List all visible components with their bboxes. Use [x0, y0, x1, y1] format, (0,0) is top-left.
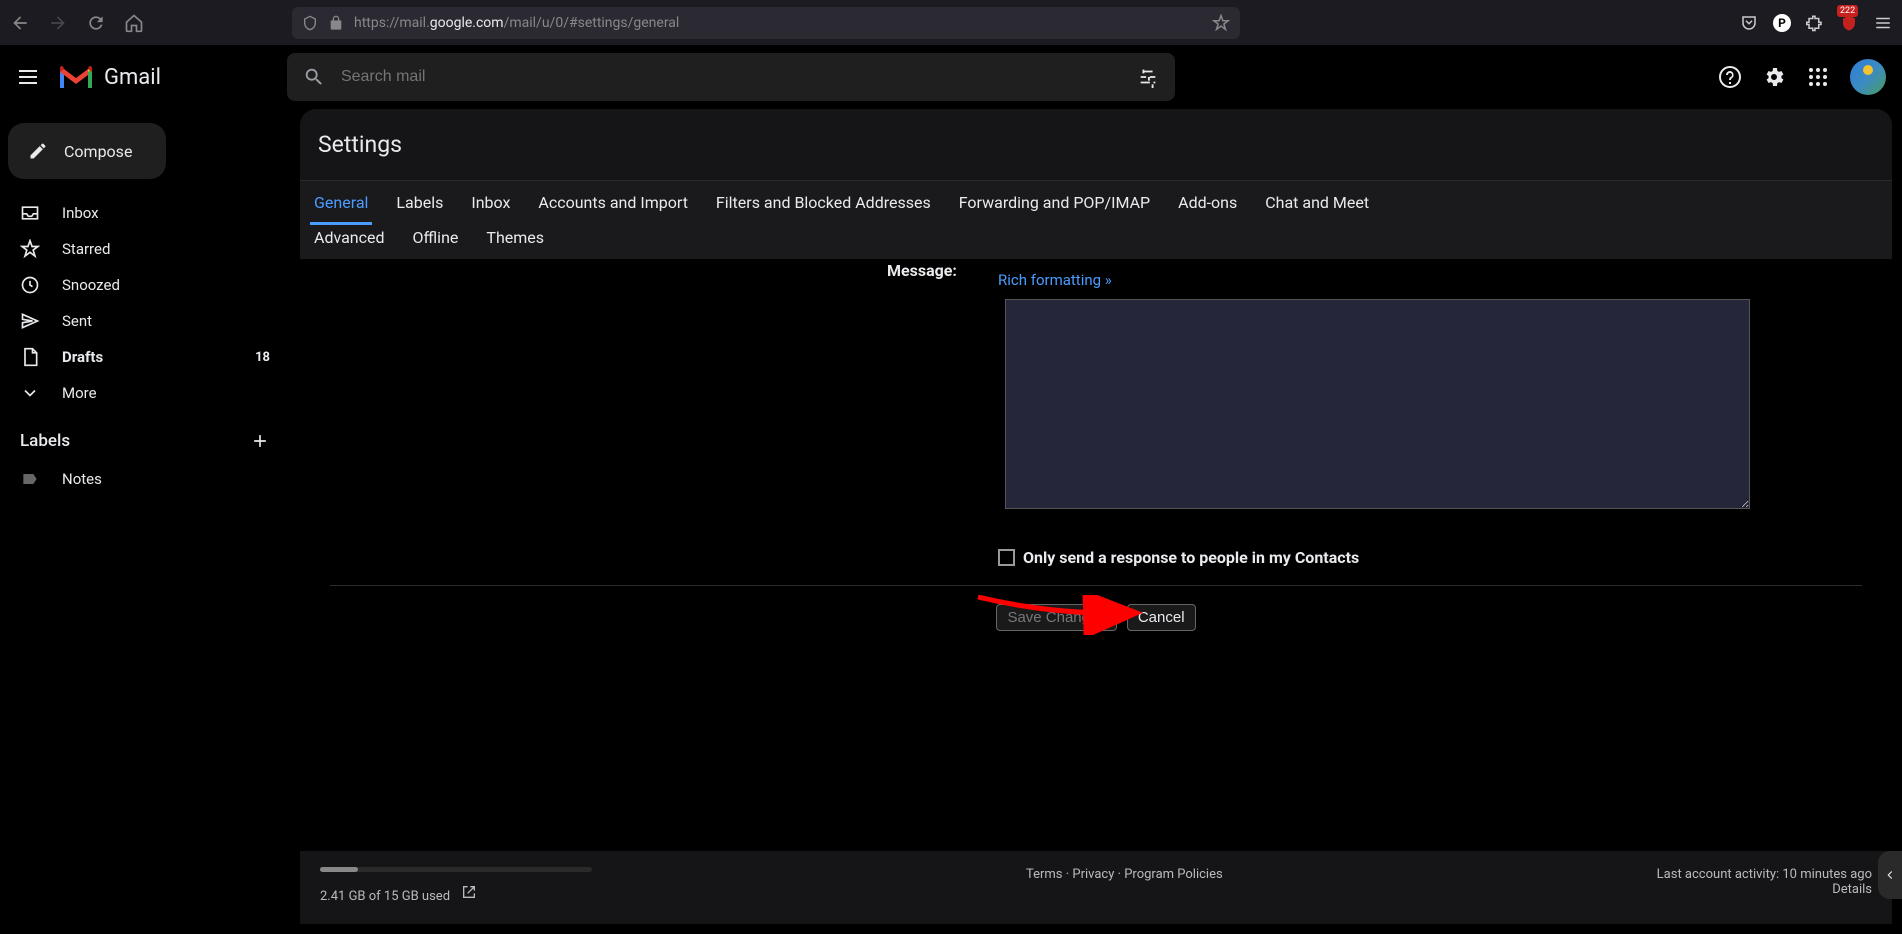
contacts-only-checkbox[interactable] — [998, 549, 1015, 566]
account-avatar[interactable] — [1850, 59, 1886, 95]
contacts-only-label: Only send a response to people in my Con… — [1023, 548, 1359, 567]
sidebar-item-starred[interactable]: Starred — [0, 231, 290, 267]
footer-links: Terms · Privacy · Program Policies — [1026, 867, 1223, 882]
send-icon — [20, 311, 40, 331]
sidebar-item-snoozed[interactable]: Snoozed — [0, 267, 290, 303]
url-bar[interactable]: https://mail.google.com/mail/u/0/#settin… — [292, 7, 1240, 39]
bookmark-star-icon[interactable] — [1212, 14, 1230, 32]
browser-toolbar: https://mail.google.com/mail/u/0/#settin… — [0, 0, 1902, 45]
labels-header: Labels — [0, 411, 290, 461]
tab-offline[interactable]: Offline — [409, 228, 463, 247]
search-options-icon[interactable] — [1137, 66, 1159, 88]
vacation-message-textarea[interactable] — [1005, 299, 1750, 509]
gmail-m-icon — [56, 62, 96, 92]
footer: 2.41 GB of 15 GB used Terms · Privacy · … — [300, 851, 1892, 924]
policies-link[interactable]: Program Policies — [1124, 867, 1222, 882]
chevron-down-icon — [20, 383, 40, 403]
tab-filters[interactable]: Filters and Blocked Addresses — [712, 193, 935, 212]
menu-icon[interactable] — [1874, 14, 1892, 32]
sidebar: Compose Inbox Starred Snoozed Sent Draft… — [0, 109, 290, 934]
sidebar-item-inbox[interactable]: Inbox — [0, 195, 290, 231]
main-menu-icon[interactable] — [16, 65, 40, 89]
forward-button[interactable] — [48, 13, 68, 33]
page-title: Settings — [300, 109, 1892, 180]
lock-icon — [328, 15, 344, 31]
star-icon — [20, 239, 40, 259]
ublock-icon[interactable]: 222 — [1839, 13, 1859, 33]
terms-link[interactable]: Terms — [1026, 867, 1063, 882]
message-label: Message: — [887, 261, 957, 280]
app-header: Gmail — [0, 45, 1902, 109]
search-bar[interactable] — [287, 53, 1175, 101]
tab-chat[interactable]: Chat and Meet — [1261, 193, 1373, 212]
search-icon — [303, 66, 325, 88]
profile-icon[interactable]: P — [1773, 14, 1791, 32]
search-input[interactable] — [341, 68, 1137, 86]
inbox-icon — [20, 203, 40, 223]
pencil-icon — [28, 141, 48, 161]
settings-tabs: General Labels Inbox Accounts and Import… — [300, 180, 1892, 259]
settings-body: Message: Rich formatting » Only send a r… — [300, 259, 1892, 851]
privacy-link[interactable]: Privacy — [1072, 867, 1114, 882]
help-icon[interactable] — [1718, 65, 1742, 89]
tab-labels[interactable]: Labels — [392, 193, 447, 212]
chevron-left-icon — [1883, 868, 1897, 882]
reload-button[interactable] — [86, 13, 106, 33]
file-icon — [20, 347, 40, 367]
pocket-icon[interactable] — [1740, 14, 1758, 32]
url-text: https://mail.google.com/mail/u/0/#settin… — [354, 15, 1202, 31]
contacts-only-row: Only send a response to people in my Con… — [998, 548, 1872, 585]
storage-bar — [320, 867, 592, 872]
external-link-icon[interactable] — [461, 884, 477, 900]
sidebar-label-notes[interactable]: Notes — [0, 461, 290, 497]
sidebar-item-drafts[interactable]: Drafts 18 — [0, 339, 290, 375]
rich-formatting-link[interactable]: Rich formatting » — [998, 259, 1872, 289]
details-link[interactable]: Details — [1832, 882, 1872, 897]
content-area: Settings General Labels Inbox Accounts a… — [300, 109, 1892, 924]
tab-general[interactable]: General — [310, 193, 372, 225]
tab-accounts[interactable]: Accounts and Import — [534, 193, 692, 212]
sidebar-item-sent[interactable]: Sent — [0, 303, 290, 339]
clock-icon — [20, 275, 40, 295]
label-icon — [20, 469, 40, 489]
app-name: Gmail — [104, 65, 161, 90]
tab-advanced[interactable]: Advanced — [310, 228, 389, 247]
sidebar-item-more[interactable]: More — [0, 375, 290, 411]
activity-info: Last account activity: 10 minutes ago De… — [1657, 867, 1872, 897]
shield-icon — [302, 15, 318, 31]
apps-icon[interactable] — [1806, 65, 1830, 89]
tab-forwarding[interactable]: Forwarding and POP/IMAP — [955, 193, 1154, 212]
button-row: Save Changes Cancel — [320, 586, 1872, 664]
save-changes-button[interactable]: Save Changes — [996, 604, 1116, 631]
add-label-icon[interactable] — [250, 431, 270, 451]
settings-icon[interactable] — [1762, 65, 1786, 89]
cancel-button[interactable]: Cancel — [1127, 604, 1196, 631]
home-button[interactable] — [124, 13, 144, 33]
extensions-icon[interactable] — [1806, 14, 1824, 32]
tab-inbox[interactable]: Inbox — [467, 193, 514, 212]
compose-button[interactable]: Compose — [8, 123, 166, 179]
tab-addons[interactable]: Add-ons — [1174, 193, 1241, 212]
side-panel-toggle[interactable] — [1878, 851, 1902, 899]
storage-info: 2.41 GB of 15 GB used — [320, 867, 592, 904]
tab-themes[interactable]: Themes — [482, 228, 548, 247]
gmail-logo[interactable]: Gmail — [56, 62, 161, 92]
back-button[interactable] — [10, 13, 30, 33]
